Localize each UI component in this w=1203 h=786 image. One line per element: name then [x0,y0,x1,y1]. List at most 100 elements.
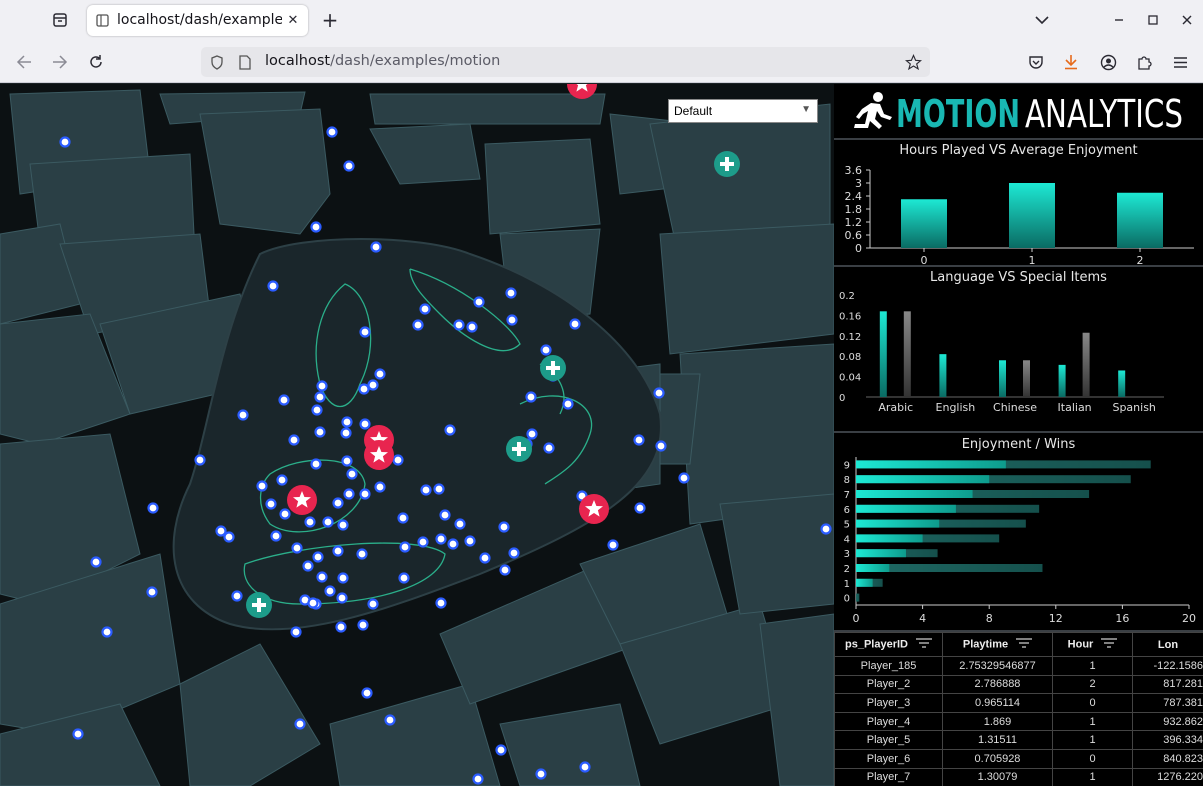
map-style-dropdown[interactable]: Default ▼ [668,99,818,123]
table-row[interactable]: Player_3 0.965114 0 787.381 [834,693,1203,713]
bar [901,199,947,248]
table-cell: 1.31511 [942,730,1053,750]
shield-icon[interactable] [209,54,225,70]
plus-marker [714,151,740,177]
player-marker [498,521,510,533]
extensions-icon[interactable] [1133,51,1155,73]
player-marker [374,481,386,493]
bar [856,578,873,587]
table-cell: 817.281 [1132,674,1203,695]
player-marker [384,714,396,726]
player-marker [653,387,665,399]
map-view[interactable]: Default ▼ [0,84,834,786]
player-marker [569,318,581,330]
chart2-plot[interactable]: 0 0.04 0.08 0.12 0.16 0.2 Arabic English Chinese… [834,285,1203,431]
chart-hours-enjoyment: Hours Played VS Average Enjoyment 0 0.6 1.… [834,138,1203,268]
player-marker [464,535,476,547]
table-row[interactable]: Player_2 2.786888 2 817.281 [834,674,1203,695]
column-header[interactable]: Hour [1052,632,1133,657]
logo: MOTION ANALYTICS [834,84,1203,138]
table-row[interactable]: Player_6 0.705928 0 840.823 [834,748,1203,769]
forward-icon[interactable] [49,51,71,73]
player-marker [358,383,370,395]
table-cell: 0 [1052,748,1133,769]
browser-chrome: localhost/dash/examples/motion ✕ + local [0,0,1203,83]
bar [856,549,906,558]
table-cell: 1 [1052,656,1133,676]
page-info-icon[interactable] [237,54,253,70]
player-marker [302,560,314,572]
table-cell: -122.1586 [1132,656,1203,676]
player-marker [72,728,84,740]
pocket-icon[interactable] [1025,51,1047,73]
browser-tab[interactable]: localhost/dash/examples/motion ✕ [87,5,308,36]
player-marker [435,597,447,609]
table-cell: 0.705928 [942,748,1053,769]
table-row[interactable]: Player_4 1.869 1 932.862 [834,711,1203,732]
reload-icon[interactable] [85,51,107,73]
table-row[interactable]: Player_5 1.31511 1 396.334 [834,730,1203,750]
bar [1117,192,1163,248]
tab-overview-icon[interactable] [48,9,72,31]
player-marker [454,518,466,530]
table-cell: Player_3 [834,693,943,713]
map-canvas[interactable] [0,84,834,786]
x-tick-label: Chinese [993,401,1037,414]
filter-icon[interactable] [1101,638,1118,651]
y-tick-label: 0.04 [839,373,861,384]
star-marker [364,440,394,470]
player-marker [361,687,373,699]
bar [939,354,947,397]
menu-icon[interactable] [1169,51,1191,73]
downloads-icon[interactable] [1060,51,1082,73]
account-icon[interactable] [1097,51,1119,73]
player-marker [337,519,349,531]
player-marker [392,454,404,466]
column-header[interactable]: Lon [1132,632,1203,657]
filter-icon[interactable] [1016,638,1033,651]
chart1-title: Hours Played VS Average Enjoyment [899,143,1138,158]
url-text[interactable]: localhost/dash/examples/motion [265,53,500,69]
player-marker [326,126,338,138]
minimize-icon[interactable] [1108,9,1130,31]
x-tick-label: 0 [853,612,860,625]
maximize-icon[interactable] [1142,9,1164,31]
player-marker [398,572,410,584]
player-marker [579,761,591,773]
bar [1118,370,1126,397]
table-row[interactable]: Player_7 1.30079 1 1276.220 [834,767,1203,786]
chart-language-items: Language VS Special Items 0 0.04 0.08 0.12 0… [834,265,1203,432]
plus-icon [512,447,526,451]
player-marker [525,391,537,403]
x-tick-label: 20 [1182,612,1196,625]
column-header[interactable]: ps_PlayerID [834,632,943,657]
table-cell: Player_4 [834,711,943,732]
list-tabs-icon[interactable] [1031,9,1053,31]
close-window-icon[interactable] [1176,9,1198,31]
plus-icon [546,366,560,370]
player-marker [341,416,353,428]
bar [1058,364,1066,397]
bookmark-star-icon[interactable] [904,53,922,71]
address-bar[interactable]: localhost/dash/examples/motion [201,47,930,77]
column-header[interactable]: Playtime [942,632,1053,657]
filter-icon[interactable] [915,638,932,651]
y-tick-label: 3 [855,177,862,190]
table-row[interactable]: Player_185 2.75329546877 1 -122.1586 [834,656,1203,676]
star-marker [579,494,609,524]
table-cell: Player_185 [834,656,943,676]
player-marker [337,572,349,584]
bar [856,564,890,572]
player-marker [356,548,368,560]
player-marker [495,744,507,756]
y-tick-label: 2.4 [845,190,863,203]
close-tab-icon[interactable]: ✕ [285,12,301,28]
chart1-plot[interactable]: 00.61.21.82.433.60 1 2 [834,158,1203,268]
y-tick-label: 1.8 [845,203,863,216]
player-marker [276,474,288,486]
back-icon[interactable] [13,51,35,73]
new-tab-icon[interactable]: + [319,8,341,32]
player-marker [359,326,371,338]
player-marker [499,564,511,576]
chart3-plot[interactable]: 01234567890 4 8 12 16 20 [834,453,1203,631]
